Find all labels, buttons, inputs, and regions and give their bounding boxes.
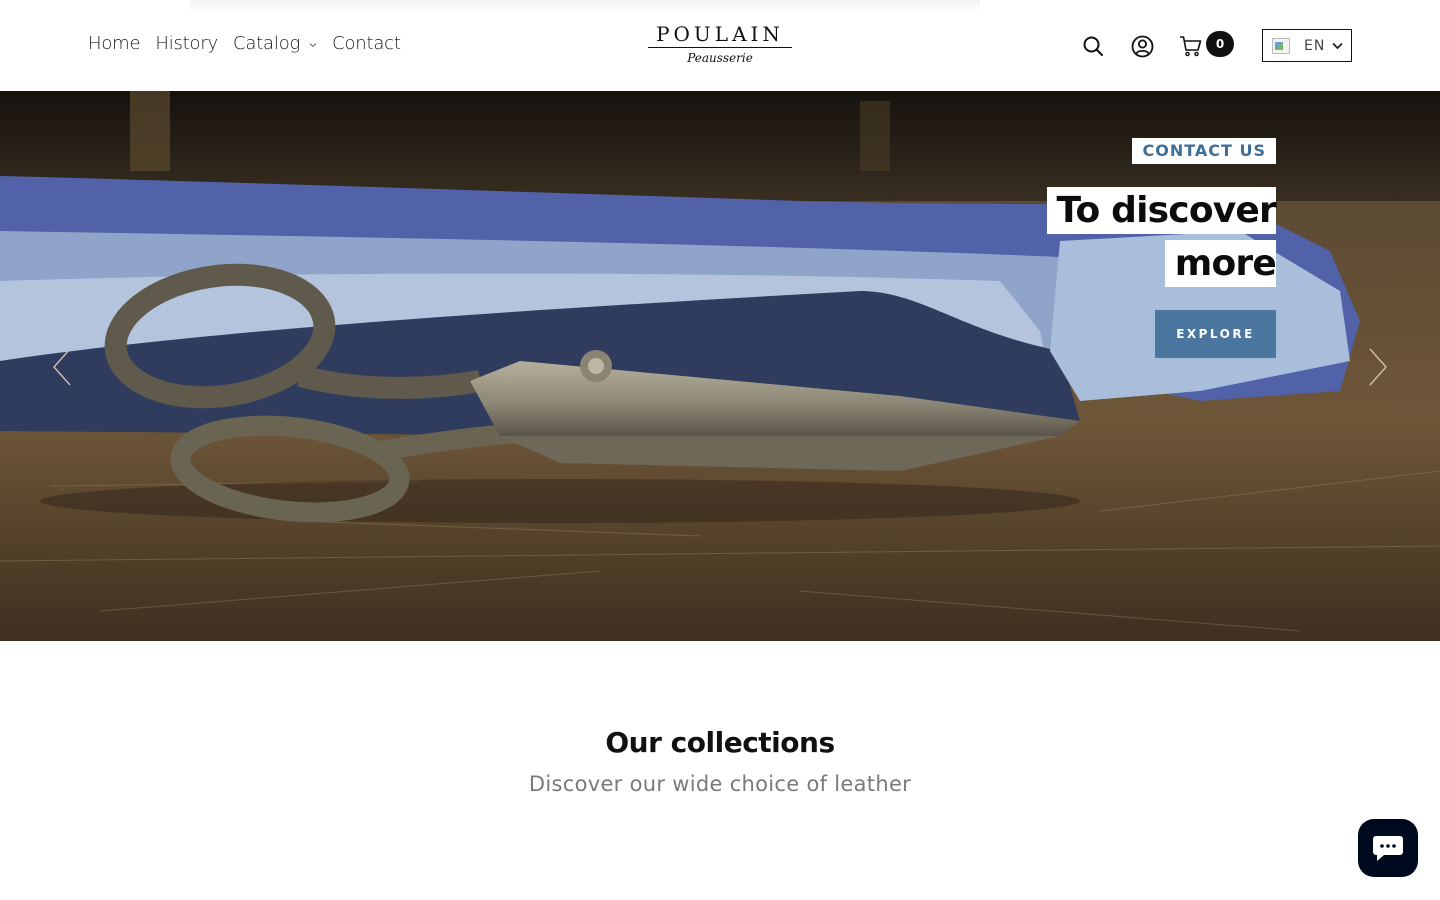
collections-title: Our collections [605,726,835,759]
collections-subtitle: Discover our wide choice of leather [528,772,912,796]
nav-home[interactable]: Home [88,33,141,54]
language-label: EN [1304,37,1326,54]
nav-history[interactable]: History [155,33,218,54]
cart-count-badge: 0 [1206,31,1234,57]
chevron-down-icon [309,42,317,47]
chat-button[interactable] [1358,819,1418,877]
search-button[interactable] [1080,33,1106,59]
nav-contact-label: Contact [332,33,401,54]
prev-slide-button[interactable] [50,346,76,388]
flag-icon [1272,37,1290,54]
site-logo[interactable]: POULAIN Peausserie [648,22,792,65]
nav-home-label: Home [88,33,141,54]
cart-button[interactable] [1178,33,1204,59]
hero-headline-line-2: more [1164,240,1277,287]
chevron-left-icon [53,348,71,386]
main-nav: Home History Catalog Contact [88,33,416,54]
chat-icon [1373,836,1403,861]
hero-image [0,91,1440,641]
header-shadow [190,0,980,12]
search-icon [1083,36,1103,56]
nav-catalog-label: Catalog [233,33,301,54]
hero-headline: To discover more [1016,187,1277,293]
cart-icon [1180,36,1202,57]
next-slide-button[interactable] [1364,346,1390,388]
nav-catalog[interactable]: Catalog [233,33,317,54]
nav-history-label: History [155,33,218,54]
logo-rule [648,47,792,48]
chevron-right-icon [1369,348,1387,386]
chevron-down-icon [1332,42,1343,50]
hero-headline-line-1: To discover [1046,187,1277,234]
user-icon [1131,35,1153,57]
explore-button[interactable]: EXPLORE [1155,310,1276,358]
nav-contact[interactable]: Contact [332,33,401,54]
hero-banner: CONTACT US To discover more EXPLORE [0,91,1440,641]
account-button[interactable] [1129,33,1155,59]
site-header: Home History Catalog Contact POULAIN Pea… [0,0,1440,91]
logo-subtitle: Peausserie [687,51,753,65]
logo-title: POULAIN [656,22,784,46]
language-selector[interactable]: EN [1262,29,1352,62]
hero-tagline: CONTACT US [1132,138,1276,164]
